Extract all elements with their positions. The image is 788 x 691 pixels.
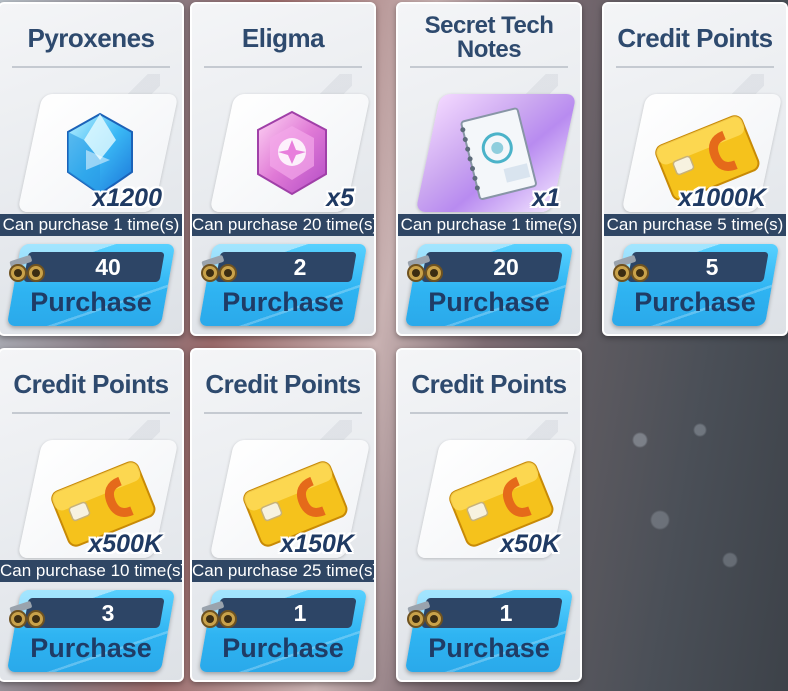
price-value: 3 [101, 600, 115, 626]
item-quantity: x1000K [678, 184, 766, 212]
binoculars-icon [9, 601, 45, 628]
binoculars-icon [407, 255, 443, 282]
item-title: Pyroxenes [27, 22, 155, 53]
item-quantity: x500K [88, 530, 162, 558]
purchase-limit: Can purchase 25 time(s) [192, 560, 374, 582]
divider [204, 66, 362, 68]
purchase-limit: Can purchase 1 time(s) [398, 214, 580, 236]
purchase-label[interactable]: Purchase [192, 284, 374, 320]
shop-card-pyroxenes[interactable]: Pyroxenes x1200 Can purchase 1 time(s) 4… [0, 2, 184, 336]
purchase-label[interactable]: Purchase [398, 284, 580, 320]
shop-card-secret-tech-notes[interactable]: Secret Tech Notes x1 Can purchase 1 time… [396, 2, 582, 336]
purchase-label[interactable]: Purchase [604, 284, 786, 320]
item-title: Credit Points [205, 368, 361, 399]
shop-card-credit-points-150k[interactable]: Credit Points x150K Can purchase 25 time… [190, 348, 376, 682]
price-value: 20 [493, 254, 519, 280]
item-title: Credit Points [617, 22, 773, 53]
divider [616, 66, 774, 68]
divider [204, 412, 362, 414]
purchase-label[interactable]: Purchase [192, 630, 374, 666]
price-value: 5 [705, 254, 719, 280]
item-quantity: x5 [326, 184, 354, 212]
shop-card-eligma[interactable]: Eligma x5 Can purchase 20 time(s) 2 Purc… [190, 2, 376, 336]
item-quantity: x50K [500, 530, 560, 558]
price-value: 2 [293, 254, 307, 280]
divider [12, 66, 170, 68]
purchase-limit: Can purchase 20 time(s) [192, 214, 374, 236]
divider [410, 66, 568, 68]
item-title: Credit Points [13, 368, 169, 399]
purchase-label[interactable]: Purchase [0, 284, 182, 320]
shop-card-credit-points-500k[interactable]: Credit Points x500K Can purchase 10 time… [0, 348, 184, 682]
purchase-label[interactable]: Purchase [0, 630, 182, 666]
purchase-label[interactable]: Purchase [398, 630, 580, 666]
item-title: Secret Tech Notes [424, 12, 554, 63]
item-title: Credit Points [411, 368, 567, 399]
binoculars-icon [407, 601, 443, 628]
purchase-limit: Can purchase 1 time(s) [0, 214, 182, 236]
divider [410, 412, 568, 414]
shop-card-credit-points-1000k[interactable]: Credit Points x1000K Can purchase 5 time… [602, 2, 788, 336]
price-value: 1 [293, 600, 307, 626]
purchase-limit: Can purchase 10 time(s) [0, 560, 182, 582]
binoculars-icon [9, 255, 45, 282]
item-quantity: x150K [280, 530, 354, 558]
price-value: 1 [499, 600, 513, 626]
item-quantity: x1 [532, 184, 560, 212]
binoculars-icon [201, 255, 237, 282]
item-title: Eligma [241, 22, 325, 53]
item-quantity: x1200 [92, 184, 162, 212]
purchase-limit: Can purchase 5 time(s) [604, 214, 786, 236]
binoculars-icon [613, 255, 649, 282]
divider [12, 412, 170, 414]
binoculars-icon [201, 601, 237, 628]
shop-grid: Pyroxenes x1200 Can purchase 1 time(s) 4… [0, 0, 788, 691]
shop-card-credit-points-50k[interactable]: Credit Points x50K 1 Purchase [396, 348, 582, 682]
price-value: 40 [95, 254, 121, 280]
